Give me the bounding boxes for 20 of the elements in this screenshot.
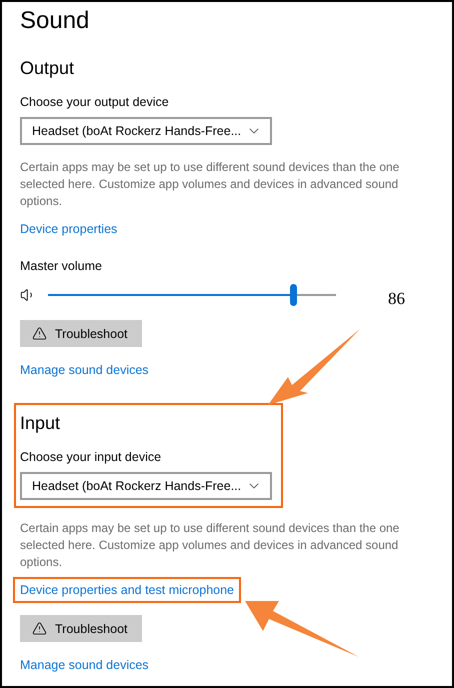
device-dropdown[interactable]: Headset (boAt Rockerz Hands-Free... bbox=[20, 472, 272, 500]
device-properties-link[interactable]: Device properties bbox=[20, 221, 118, 237]
volume-reading: 86 bbox=[388, 289, 405, 309]
description-text: Certain apps may be set up to use different sound devices than the one selected here. Customize app volumes and devices in advanced sound options. bbox=[20, 159, 400, 210]
manage-devices-link[interactable]: Manage sound devices bbox=[20, 658, 149, 672]
page-title: Sound bbox=[20, 6, 90, 36]
warning-icon bbox=[32, 326, 47, 341]
volume-slider[interactable] bbox=[48, 284, 336, 306]
warning-icon bbox=[32, 621, 47, 636]
device-dropdown[interactable]: Headset (boAt Rockerz Hands-Free... bbox=[20, 117, 272, 145]
description-text: Certain apps may be set up to use different sound devices than the one selected here. Customize app volumes and devices in advanced sound options. bbox=[20, 520, 400, 571]
section-heading: Output bbox=[20, 57, 76, 80]
field-label: Choose your input device bbox=[20, 449, 162, 465]
manage-devices-link[interactable]: Manage sound devices bbox=[20, 363, 149, 377]
volume-label: Master volume bbox=[20, 258, 103, 274]
section-heading: Input bbox=[20, 412, 62, 435]
field-label: Choose your output device bbox=[20, 94, 170, 110]
troubleshoot-button[interactable]: Troubleshoot bbox=[20, 320, 142, 347]
slider-thumb[interactable] bbox=[290, 284, 297, 306]
troubleshoot-button[interactable]: Troubleshoot bbox=[20, 615, 142, 642]
